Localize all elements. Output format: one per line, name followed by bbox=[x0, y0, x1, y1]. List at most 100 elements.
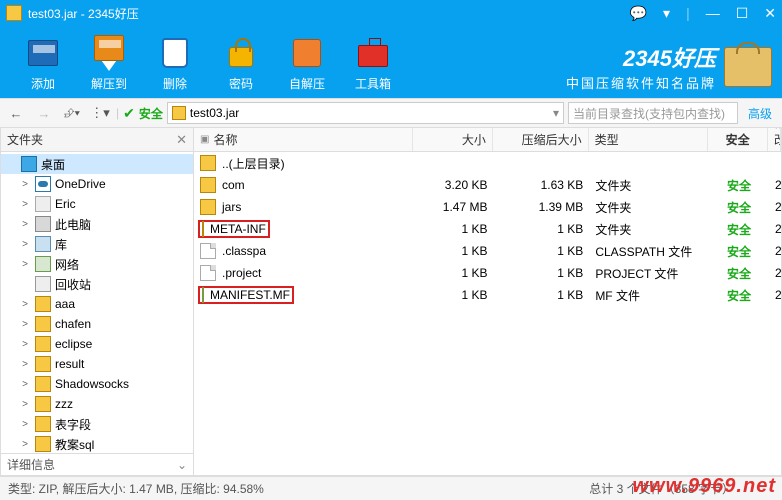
tree-label: 回收站 bbox=[55, 276, 91, 293]
twisty-icon[interactable]: > bbox=[19, 399, 31, 410]
file-row[interactable]: ..(上层目录) bbox=[194, 152, 781, 174]
file-type: 文件夹 bbox=[589, 199, 709, 216]
file-row[interactable]: com3.20 KB1.63 KB文件夹安全2018- bbox=[194, 174, 781, 196]
tree-item[interactable]: >zzz bbox=[1, 394, 193, 414]
twisty-icon[interactable]: > bbox=[19, 319, 31, 330]
file-size: 1.47 MB bbox=[414, 200, 494, 214]
col-compressed-size[interactable]: 压缩后大小 bbox=[493, 128, 589, 151]
toolbox-icon bbox=[358, 45, 388, 67]
tree-item[interactable]: >库 bbox=[1, 234, 193, 254]
maximize-button[interactable]: ☐ bbox=[736, 6, 749, 20]
twisty-icon[interactable]: > bbox=[19, 299, 31, 310]
tree-label: OneDrive bbox=[55, 177, 106, 191]
col-safe[interactable]: 安全 bbox=[708, 128, 768, 151]
twisty-icon[interactable]: > bbox=[19, 359, 31, 370]
tree-item[interactable]: > 此电脑 bbox=[1, 214, 193, 234]
delete-button[interactable]: 删除 bbox=[142, 35, 208, 92]
twisty-icon[interactable]: > bbox=[19, 259, 31, 270]
lib-icon bbox=[35, 236, 51, 252]
folder-icon bbox=[35, 296, 51, 312]
tree-item[interactable]: >教案sql bbox=[1, 434, 193, 453]
tree-item[interactable]: > Shadowsocks bbox=[1, 374, 193, 394]
minimize-button[interactable]: — bbox=[706, 6, 720, 20]
tree-item[interactable]: >chafen bbox=[1, 314, 193, 334]
search-input[interactable]: 当前目录查找(支持包内查找) bbox=[568, 102, 738, 124]
toolbox-button[interactable]: 工具箱 bbox=[340, 35, 406, 92]
dropdown-icon[interactable]: ▾ bbox=[663, 6, 670, 20]
ribbon-toolbar: 添加 解压到 删除 密码 自解压 工具箱 2345好压 中国压缩软件知名品牌 bbox=[0, 26, 782, 98]
safe-label: 安全 bbox=[139, 105, 163, 122]
tree-item[interactable]: >aaa bbox=[1, 294, 193, 314]
file-row[interactable]: .project1 KB1 KBPROJECT 文件安全2018- bbox=[194, 262, 781, 284]
user-icon bbox=[35, 196, 51, 212]
twisty-icon[interactable]: > bbox=[19, 239, 31, 250]
col-type[interactable]: 类型 bbox=[589, 128, 709, 151]
twisty-icon[interactable]: > bbox=[19, 219, 31, 230]
tree-item[interactable]: > 表字段 bbox=[1, 414, 193, 434]
twisty-icon[interactable]: > bbox=[19, 419, 31, 430]
nav-up-button[interactable]: ⮵▾ bbox=[60, 102, 84, 124]
extract-button[interactable]: 解压到 bbox=[76, 35, 142, 92]
add-button[interactable]: 添加 bbox=[10, 35, 76, 92]
file-row[interactable]: jars1.47 MB1.39 MB文件夹安全2018- bbox=[194, 196, 781, 218]
file-csize: 1 KB bbox=[493, 244, 589, 258]
nav-history-button[interactable]: ⋮▾ bbox=[88, 102, 112, 124]
shield-icon: ✔ bbox=[123, 105, 135, 122]
tree-item[interactable]: > Eric bbox=[1, 194, 193, 214]
folder-icon bbox=[200, 155, 216, 171]
file-size: 1 KB bbox=[414, 222, 494, 236]
chevron-down-icon[interactable]: ▾ bbox=[553, 106, 559, 120]
desktop-icon bbox=[21, 156, 37, 172]
side-pane: 文件夹 ✕ 桌面>OneDrive>Eric>此电脑>库>网络回收站>aaa>c… bbox=[0, 128, 194, 476]
file-csize: 1 KB bbox=[493, 266, 589, 280]
tree-item[interactable]: 桌面 bbox=[1, 154, 193, 174]
tree-label: 桌面 bbox=[41, 156, 65, 173]
file-row[interactable]: .classpa1 KB1 KBCLASSPATH 文件安全2018- bbox=[194, 240, 781, 262]
file-mod: 2018- bbox=[769, 244, 781, 258]
file-row[interactable]: MANIFEST.MF1 KB1 KBMF 文件安全2018- bbox=[194, 284, 781, 306]
file-icon bbox=[200, 265, 216, 281]
twisty-icon[interactable]: > bbox=[19, 379, 31, 390]
file-safe: 安全 bbox=[709, 177, 769, 194]
details-toggle[interactable]: 详细信息 ⌄ bbox=[1, 453, 193, 475]
side-close-button[interactable]: ✕ bbox=[176, 132, 187, 148]
tree-label: Shadowsocks bbox=[55, 377, 129, 391]
tree-label: 表字段 bbox=[55, 416, 91, 433]
col-size[interactable]: 大小 bbox=[413, 128, 493, 151]
address-bar[interactable]: test03.jar ▾ bbox=[167, 102, 564, 124]
col-modified[interactable]: 修改时 bbox=[768, 128, 781, 151]
tree-item[interactable]: >result bbox=[1, 354, 193, 374]
col-name[interactable]: ▣名称 bbox=[194, 128, 413, 151]
settings-divider-icon: | bbox=[686, 6, 690, 20]
nav-back-button[interactable]: ← bbox=[4, 102, 28, 124]
close-button[interactable]: ✕ bbox=[764, 6, 776, 20]
chat-icon[interactable]: 💬 bbox=[630, 6, 647, 20]
twisty-icon[interactable]: > bbox=[19, 339, 31, 350]
brand-title: 2345好压 bbox=[566, 41, 716, 73]
twisty-icon[interactable]: > bbox=[19, 179, 31, 190]
file-pane: ▣名称 大小 压缩后大小 类型 安全 修改时 ..(上层目录)com3.20 K… bbox=[194, 128, 782, 476]
folder-icon bbox=[35, 336, 51, 352]
password-button[interactable]: 密码 bbox=[208, 35, 274, 92]
twisty-icon[interactable]: > bbox=[19, 199, 31, 210]
file-type: PROJECT 文件 bbox=[589, 265, 709, 282]
file-list[interactable]: ..(上层目录)com3.20 KB1.63 KB文件夹安全2018-jars1… bbox=[194, 152, 781, 475]
self-extract-button[interactable]: 自解压 bbox=[274, 35, 340, 92]
tree-item[interactable]: 回收站 bbox=[1, 274, 193, 294]
file-type: MF 文件 bbox=[589, 287, 709, 304]
tree-label: 此电脑 bbox=[55, 216, 91, 233]
folder-tree[interactable]: 桌面>OneDrive>Eric>此电脑>库>网络回收站>aaa>chafen>… bbox=[1, 152, 193, 453]
twisty-icon[interactable]: > bbox=[19, 439, 31, 450]
folder-icon bbox=[35, 396, 51, 412]
tree-item[interactable]: >eclipse bbox=[1, 334, 193, 354]
tree-label: Eric bbox=[55, 197, 76, 211]
file-mod: 2018- bbox=[769, 222, 781, 236]
nav-forward-button[interactable]: → bbox=[32, 102, 56, 124]
tree-item[interactable]: >网络 bbox=[1, 254, 193, 274]
advanced-link[interactable]: 高级 bbox=[742, 105, 778, 122]
file-row[interactable]: META-INF1 KB1 KB文件夹安全2018- bbox=[194, 218, 781, 240]
column-headers: ▣名称 大小 压缩后大小 类型 安全 修改时 bbox=[194, 128, 781, 152]
file-type: CLASSPATH 文件 bbox=[589, 243, 709, 260]
tree-item[interactable]: > OneDrive bbox=[1, 174, 193, 194]
file-name: .project bbox=[222, 266, 261, 280]
